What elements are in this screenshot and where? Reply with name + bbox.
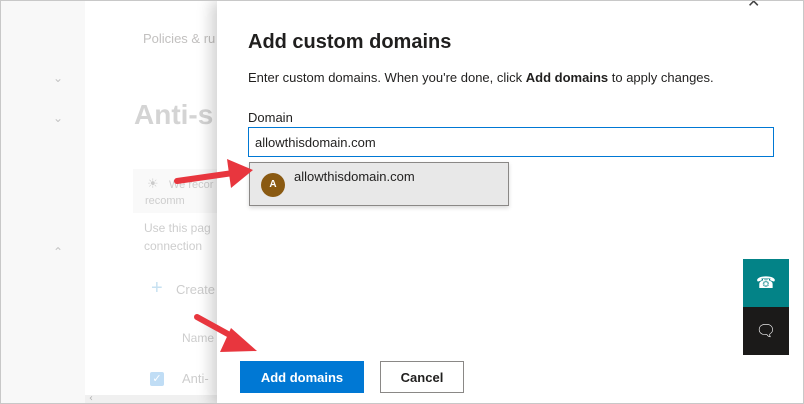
description-bold: Add domains	[525, 70, 609, 85]
overlay-veil	[1, 1, 217, 403]
panel-title: Add custom domains	[248, 31, 452, 53]
window-frame: ⌄ ⌄ ⌃ Policies & ru Anti-s ☀ We recor re…	[0, 0, 804, 404]
close-icon[interactable]: ✕	[747, 1, 760, 11]
cancel-button[interactable]: Cancel	[380, 361, 464, 393]
domain-field-label: Domain	[248, 110, 293, 125]
description-text: Enter custom domains. When you're done, …	[248, 70, 526, 85]
domain-input[interactable]	[248, 127, 774, 157]
panel-description: Enter custom domains. When you're done, …	[248, 70, 714, 85]
chat-icon: 🗨	[755, 321, 777, 340]
headset-icon: ☎	[756, 273, 776, 292]
feedback-button[interactable]: 🗨	[743, 307, 789, 355]
domain-suggestion[interactable]: A allowthisdomain.com	[249, 162, 509, 206]
help-button[interactable]: ☎	[743, 259, 789, 307]
add-custom-domains-panel: ✕ Add custom domains Enter custom domain…	[217, 1, 803, 403]
avatar: A	[261, 173, 285, 197]
suggestion-text: allowthisdomain.com	[294, 169, 415, 184]
description-text-end: to apply changes.	[608, 70, 714, 85]
add-domains-button[interactable]: Add domains	[240, 361, 364, 393]
